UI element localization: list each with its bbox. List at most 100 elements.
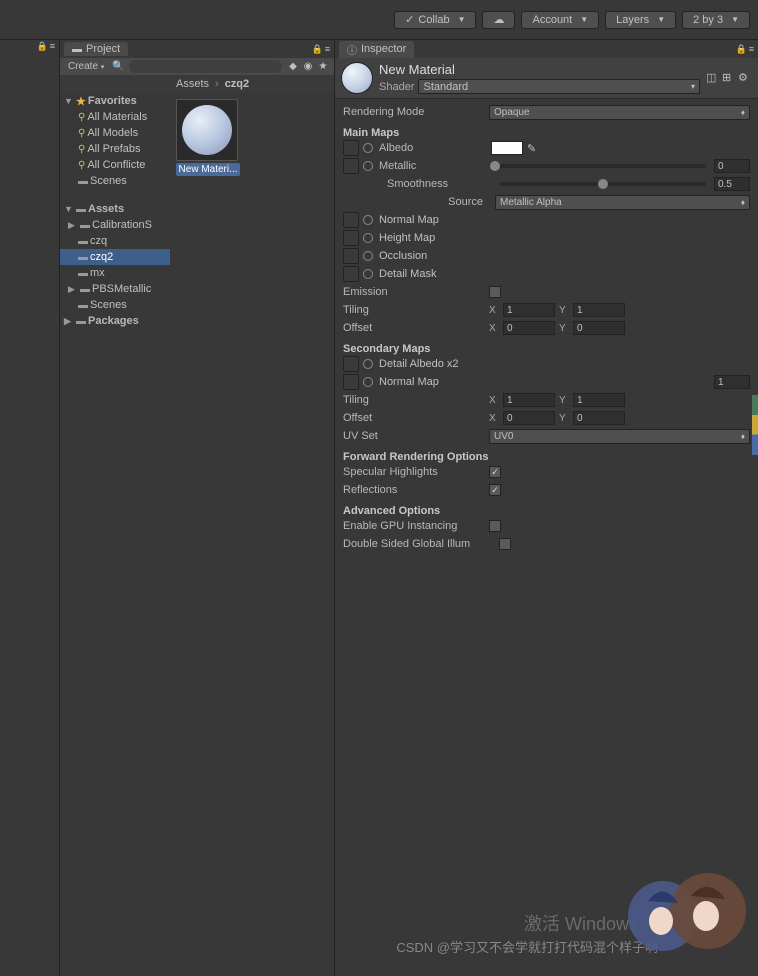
offset-x[interactable] xyxy=(503,321,555,335)
breadcrumb-root[interactable]: Assets xyxy=(176,78,209,90)
reflections-label: Reflections xyxy=(343,484,485,496)
layout-dropdown[interactable]: 2 by 3▼ xyxy=(682,11,750,29)
csdn-watermark: CSDN @学习又不会学就打打代码混个样子啊 xyxy=(396,937,658,956)
uv-set-dropdown[interactable]: UV0♦ xyxy=(489,429,750,444)
star-icon[interactable]: ★ xyxy=(316,60,330,74)
picker-icon[interactable] xyxy=(363,377,373,387)
metallic-texture-slot[interactable] xyxy=(343,158,359,174)
folder-item[interactable]: ▶▬CalibrationS xyxy=(60,217,170,233)
offset2-x[interactable] xyxy=(503,411,555,425)
asset-grid: New Materi... xyxy=(170,93,334,976)
metallic-slider[interactable] xyxy=(495,164,706,168)
picker-icon[interactable] xyxy=(363,215,373,225)
picker-icon[interactable] xyxy=(363,233,373,243)
inspector-tab[interactable]: ⓘInspector xyxy=(339,41,414,58)
height-map-slot[interactable] xyxy=(343,230,359,246)
folder-item[interactable]: ▶▬PBSMetallic xyxy=(60,281,170,297)
chevron-down-icon: ▼ xyxy=(458,15,466,24)
label-icon[interactable]: ◉ xyxy=(301,60,315,74)
y-label: Y xyxy=(559,413,569,424)
account-dropdown[interactable]: Account▼ xyxy=(521,11,599,29)
shader-dropdown[interactable]: Standard▾ xyxy=(418,79,700,94)
occlusion-slot[interactable] xyxy=(343,248,359,264)
search-input[interactable] xyxy=(129,60,282,73)
normal-map-slot[interactable] xyxy=(343,212,359,228)
tiling2-x[interactable] xyxy=(503,393,555,407)
emission-label: Emission xyxy=(343,286,485,298)
rendering-mode-dropdown[interactable]: Opaque♦ xyxy=(489,105,750,120)
picker-icon[interactable] xyxy=(363,269,373,279)
packages-header[interactable]: ▶▬Packages xyxy=(60,313,170,329)
menu-icon[interactable]: ≡ xyxy=(325,44,330,55)
material-name: New Material xyxy=(379,62,700,77)
source-dropdown[interactable]: Metallic Alpha♦ xyxy=(495,195,750,210)
asset-label: New Materi... xyxy=(176,163,240,176)
project-tab[interactable]: ▬Project xyxy=(64,42,128,56)
double-sided-label: Double Sided Global Illum xyxy=(343,538,495,550)
help-icon[interactable]: ⊞ xyxy=(722,71,736,85)
favorites-header[interactable]: ▼★Favorites xyxy=(60,93,170,109)
tiling-y[interactable] xyxy=(573,303,625,317)
layers-dropdown[interactable]: Layers▼ xyxy=(605,11,676,29)
folder-item[interactable]: ▬czq xyxy=(60,233,170,249)
avatar-decoration xyxy=(623,861,753,971)
preset-icon[interactable]: ◫ xyxy=(706,71,720,85)
smoothness-value[interactable] xyxy=(714,177,750,191)
double-sided-checkbox[interactable] xyxy=(499,538,511,550)
chevron-down-icon: ▼ xyxy=(580,15,588,24)
folder-item[interactable]: ▬Scenes xyxy=(60,297,170,313)
folder-item[interactable]: ▬mx xyxy=(60,265,170,281)
normal-map2-value[interactable] xyxy=(714,375,750,389)
picker-icon[interactable] xyxy=(363,359,373,369)
offset2-label: Offset xyxy=(343,412,485,424)
favorites-item[interactable]: ⚲All Conflicte xyxy=(60,157,170,173)
folder-item-selected[interactable]: ▬czq2 xyxy=(60,249,170,265)
chevron-down-icon: ▼ xyxy=(731,15,739,24)
metallic-label: Metallic xyxy=(379,160,487,172)
offset2-y[interactable] xyxy=(573,411,625,425)
detail-mask-slot[interactable] xyxy=(343,266,359,282)
albedo-color[interactable] xyxy=(491,141,523,155)
create-button[interactable]: Create ▾ xyxy=(64,61,108,72)
lock-icon[interactable]: 🔒 xyxy=(37,41,48,53)
folder-icon: ▬ xyxy=(78,300,88,311)
folder-icon: ▬ xyxy=(80,220,90,231)
filter-icon[interactable]: ◆ xyxy=(286,60,300,74)
advanced-section: Advanced Options xyxy=(343,505,485,517)
favorites-item[interactable]: ⚲All Models xyxy=(60,125,170,141)
favorites-item[interactable]: ⚲All Prefabs xyxy=(60,141,170,157)
collab-button[interactable]: ✓Collab▼ xyxy=(394,11,476,29)
tiling2-y[interactable] xyxy=(573,393,625,407)
specular-checkbox[interactable]: ✓ xyxy=(489,466,501,478)
emission-checkbox[interactable] xyxy=(489,286,501,298)
folder-icon: ▬ xyxy=(78,252,88,263)
tiling-x[interactable] xyxy=(503,303,555,317)
detail-albedo-slot[interactable] xyxy=(343,356,359,372)
albedo-texture-slot[interactable] xyxy=(343,140,359,156)
info-icon: ⓘ xyxy=(347,42,357,57)
secondary-maps-section: Secondary Maps xyxy=(343,343,485,355)
lock-icon[interactable]: 🔒 xyxy=(736,44,747,55)
scenes-folder[interactable]: ▬Scenes xyxy=(60,173,170,189)
breadcrumb-current[interactable]: czq2 xyxy=(225,78,249,90)
asset-item[interactable]: New Materi... xyxy=(176,99,240,176)
picker-icon[interactable] xyxy=(363,143,373,153)
reflections-checkbox[interactable]: ✓ xyxy=(489,484,501,496)
gpu-instancing-checkbox[interactable] xyxy=(489,520,501,532)
gear-icon[interactable]: ⚙ xyxy=(738,71,752,85)
cloud-button[interactable]: ☁ xyxy=(482,11,515,29)
picker-icon[interactable] xyxy=(363,161,373,171)
lock-icon[interactable]: 🔒 xyxy=(312,44,323,55)
assets-header[interactable]: ▼▬Assets xyxy=(60,201,170,217)
favorites-item[interactable]: ⚲All Materials xyxy=(60,109,170,125)
eyedropper-icon[interactable]: ✎ xyxy=(527,142,536,155)
picker-icon[interactable] xyxy=(363,251,373,261)
offset-y[interactable] xyxy=(573,321,625,335)
x-label: X xyxy=(489,323,499,334)
menu-icon[interactable]: ≡ xyxy=(749,44,754,55)
normal-map2-slot[interactable] xyxy=(343,374,359,390)
chevron-down-icon: ▼ xyxy=(657,15,665,24)
menu-icon[interactable]: ≡ xyxy=(50,41,55,53)
smoothness-slider[interactable] xyxy=(499,182,706,186)
metallic-value[interactable] xyxy=(714,159,750,173)
